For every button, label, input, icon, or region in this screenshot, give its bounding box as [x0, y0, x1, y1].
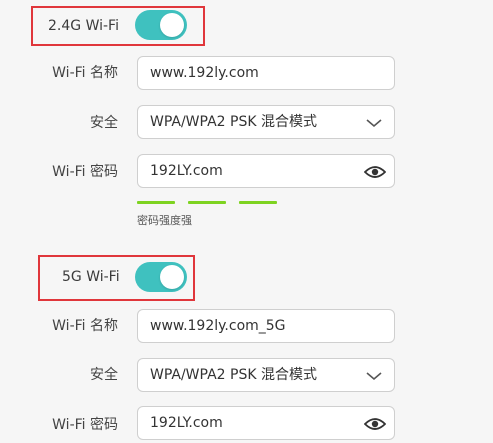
wifi5-password-value: 192LY.com: [150, 415, 223, 431]
eye-icon[interactable]: [363, 415, 387, 433]
wifi5-name-input[interactable]: www.192ly.com_5G: [137, 309, 395, 343]
wifi24-password-label: Wi-Fi 密码: [52, 164, 118, 180]
wifi24-toggle[interactable]: [135, 10, 187, 40]
wifi5-name-label: Wi-Fi 名称: [52, 318, 118, 334]
strength-bar-1: [137, 201, 175, 204]
wifi24-password-value: 192LY.com: [150, 163, 223, 179]
wifi5-toggle[interactable]: [135, 262, 187, 292]
strength-bar-2: [188, 201, 226, 204]
wifi5-security-select[interactable]: WPA/WPA2 PSK 混合模式: [137, 358, 395, 392]
wifi5-password-label: Wi-Fi 密码: [52, 417, 118, 433]
wifi24-toggle-label: 2.4G Wi-Fi: [48, 18, 119, 34]
wifi5-password-input[interactable]: 192LY.com: [137, 406, 395, 440]
wifi24-security-value: WPA/WPA2 PSK 混合模式: [150, 114, 317, 130]
toggle-knob: [160, 13, 184, 37]
wifi5-security-label: 安全: [90, 367, 118, 383]
wifi5-toggle-label: 5G Wi-Fi: [62, 269, 120, 285]
chevron-down-icon: [364, 114, 384, 132]
chevron-down-icon: [364, 367, 384, 385]
toggle-knob: [160, 265, 184, 289]
wifi24-security-select[interactable]: WPA/WPA2 PSK 混合模式: [137, 105, 395, 139]
password-strength-text: 密码强度强: [137, 214, 192, 227]
wifi5-name-value: www.192ly.com_5G: [150, 318, 286, 334]
eye-icon[interactable]: [363, 163, 387, 181]
wifi24-name-label: Wi-Fi 名称: [52, 65, 118, 81]
wifi24-name-input[interactable]: www.192ly.com: [137, 56, 395, 90]
wifi5-security-value: WPA/WPA2 PSK 混合模式: [150, 367, 317, 383]
wifi24-security-label: 安全: [90, 115, 118, 131]
wifi24-name-value: www.192ly.com: [150, 65, 259, 81]
strength-bar-3: [239, 201, 277, 204]
wifi24-password-input[interactable]: 192LY.com: [137, 154, 395, 188]
